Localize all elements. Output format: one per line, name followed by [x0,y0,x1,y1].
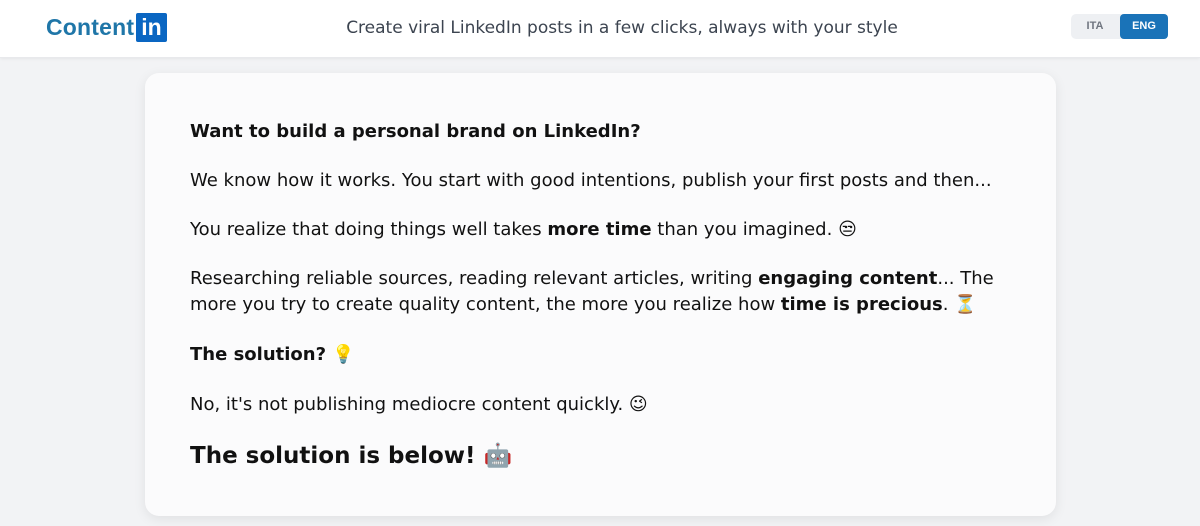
language-switch: ITA ENG [1071,14,1168,39]
p3-bold-2: time is precious [780,294,943,315]
hourglass-icon: ⏳ [954,294,977,315]
p3-text-c: . [942,294,949,315]
lang-eng-button[interactable]: ENG [1120,14,1168,39]
intro-card: Want to build a personal brand on Linked… [145,73,1056,516]
top-bar: Content in Create viral LinkedIn posts i… [0,0,1200,58]
p5-text: No, it's not publishing mediocre content… [190,394,624,415]
intro-heading: Want to build a personal brand on Linked… [190,121,641,142]
solution-question-text: The solution? [190,344,327,365]
final-heading-text: The solution is below! [190,443,476,469]
lang-ita-button[interactable]: ITA [1071,14,1119,39]
p2-text-end: than you imagined. [651,219,833,240]
final-heading: The solution is below! 🤖 [190,441,1020,471]
paragraph-2: You realize that doing things well takes… [190,217,1020,243]
p2-bold: more time [547,219,652,240]
robot-icon: 🤖 [483,443,513,469]
p3-text-a: Researching reliable sources, reading re… [190,268,759,289]
unamused-face-icon: 😒 [838,219,857,240]
paragraph-3: Researching reliable sources, reading re… [190,266,1020,318]
winking-face-icon: 😉 [628,394,648,415]
p3-bold-1: engaging content [758,268,938,289]
solution-question: The solution? 💡 [190,342,1020,368]
page-tagline: Create viral LinkedIn posts in a few cli… [346,18,898,38]
light-bulb-icon: 💡 [332,344,355,365]
p2-text: You realize that doing things well takes [190,219,548,240]
paragraph-1: We know how it works. You start with goo… [190,170,992,191]
paragraph-5: No, it's not publishing mediocre content… [190,392,1020,418]
